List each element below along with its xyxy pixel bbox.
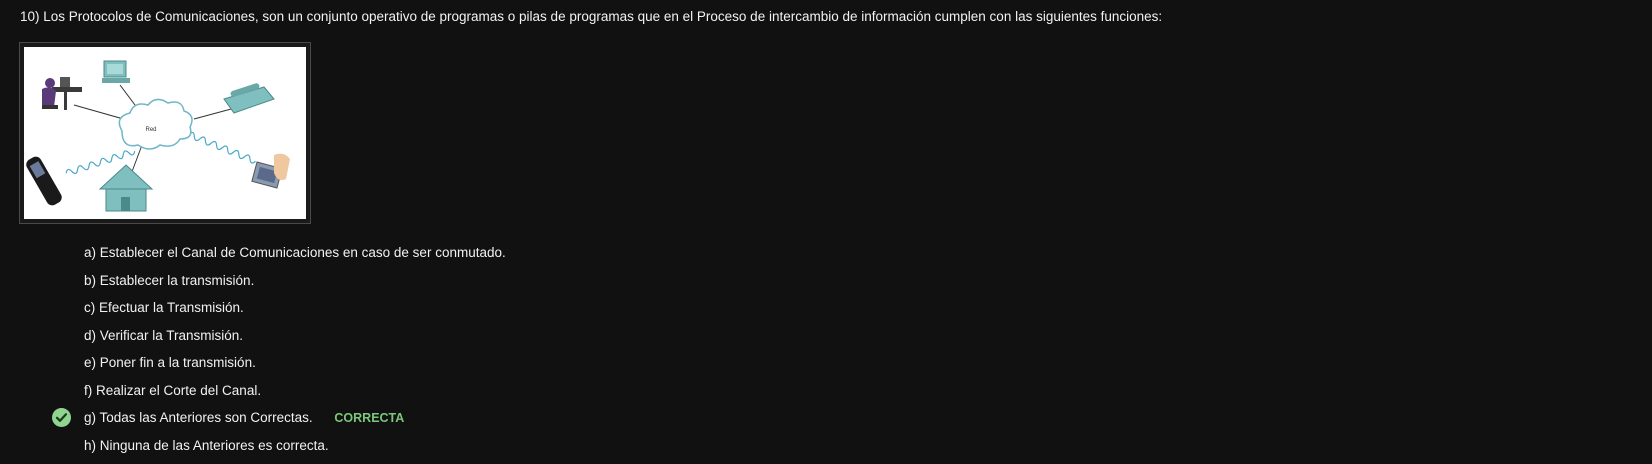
correct-badge: CORRECTA [334,411,404,425]
option-h[interactable]: h) Ninguna de las Anteriores es correcta… [84,437,506,464]
cloud-label: Red [145,127,156,133]
option-label: b) Establecer la transmisión. [84,273,254,288]
answer-options-list: a) Establecer el Canal de Comunicaciones… [84,244,506,464]
network-figure: Red [19,42,311,224]
telephone-icon [224,83,274,113]
option-c[interactable]: c) Efectuar la Transmisión. [84,299,506,327]
checkmark-icon [52,408,71,427]
option-label: g) Todas las Anteriores son Correctas. [84,410,313,425]
network-diagram: Red [24,47,306,219]
option-e[interactable]: e) Poner fin a la transmisión. [84,354,506,382]
question-text: 10) Los Protocolos de Comunicaciones, so… [20,8,1162,26]
house-icon [100,165,152,211]
option-label: e) Poner fin a la transmisión. [84,355,256,370]
option-g[interactable]: g) Todas las Anteriores son Correctas. C… [84,409,506,437]
option-label: f) Realizar el Corte del Canal. [84,383,261,398]
tablet-icon [252,154,290,188]
option-label: a) Establecer el Canal de Comunicaciones… [84,245,506,260]
option-label: c) Efectuar la Transmisión. [84,300,244,315]
option-label: d) Verificar la Transmisión. [84,328,243,343]
option-label: h) Ninguna de las Anteriores es correcta… [84,438,329,453]
option-d[interactable]: d) Verificar la Transmisión. [84,327,506,355]
network-cloud-icon [119,99,192,149]
option-f[interactable]: f) Realizar el Corte del Canal. [84,382,506,410]
option-a[interactable]: a) Establecer el Canal de Comunicaciones… [84,244,506,272]
option-b[interactable]: b) Establecer la transmisión. [84,272,506,300]
cell-phone-icon [24,154,64,207]
desktop-computer-icon [102,61,130,83]
